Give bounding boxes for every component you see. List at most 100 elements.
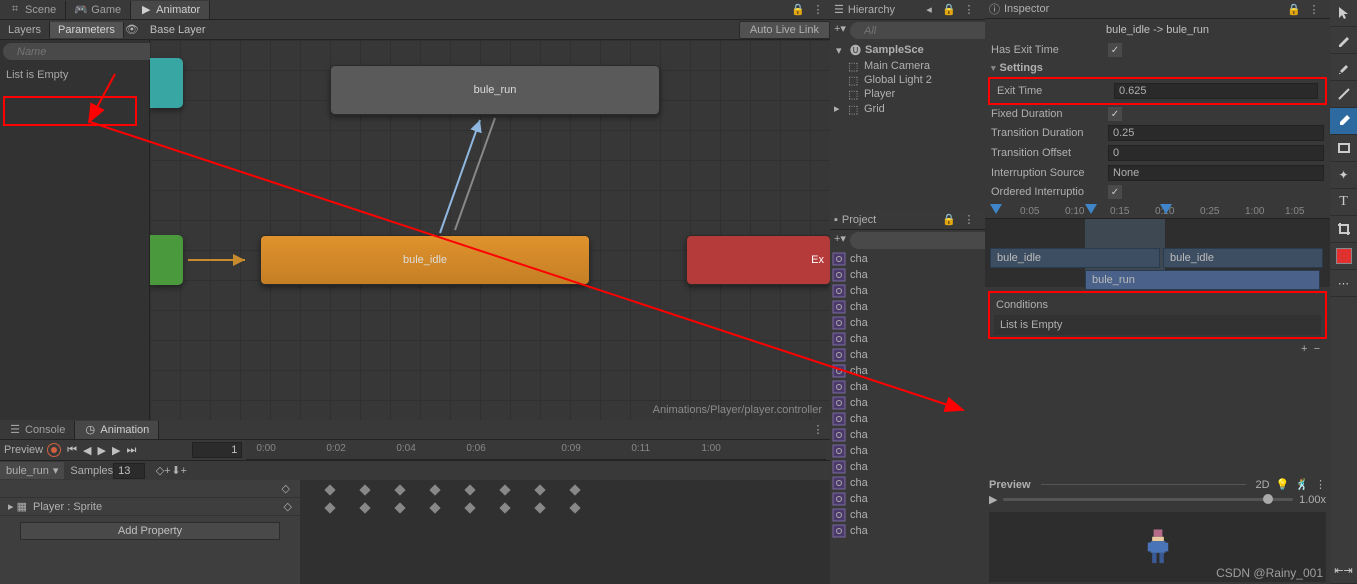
add-keyframe-icon[interactable]: ◇+	[155, 463, 171, 479]
expand-icon[interactable]: ▸	[834, 102, 844, 115]
text-tool-icon[interactable]: T	[1330, 189, 1357, 216]
project-item[interactable]: cha	[832, 395, 985, 411]
project-item[interactable]: cha	[832, 411, 985, 427]
clip-dropdown[interactable]: bule_run▾	[0, 462, 64, 479]
create-dropdown[interactable]: +▾	[834, 232, 846, 249]
animator-graph[interactable]: bule_run bule_idle Ex Animations/Player/…	[150, 40, 830, 420]
eye-icon[interactable]: 👁	[124, 22, 140, 38]
track-menu-icon[interactable]: ◇	[282, 482, 290, 495]
expand-icon[interactable]: ▾	[836, 44, 846, 57]
transition-duration-field[interactable]: 0.25	[1108, 125, 1324, 141]
magic-tool-icon[interactable]: ✦	[1330, 162, 1357, 189]
tab-console[interactable]: ☰Console	[0, 421, 75, 439]
create-dropdown[interactable]: +▾	[834, 22, 846, 39]
layers-tab[interactable]: Layers	[0, 22, 50, 38]
play-button[interactable]: ▶	[96, 444, 108, 457]
hierarchy-item[interactable]: ⬚Main Camera	[830, 59, 985, 73]
project-item[interactable]: cha	[832, 267, 985, 283]
lock-icon[interactable]: 🔒	[941, 2, 957, 18]
pen-tool-icon[interactable]	[1330, 27, 1357, 54]
hierarchy-item[interactable]: ⬚Global Light 2	[830, 73, 985, 87]
samples-field[interactable]	[113, 463, 145, 479]
timeline-state-run[interactable]: bule_run	[1085, 270, 1320, 290]
project-item[interactable]: cha	[832, 459, 985, 475]
project-item[interactable]: cha	[832, 299, 985, 315]
ordered-interruption-checkbox[interactable]	[1108, 185, 1122, 199]
project-item[interactable]: cha	[832, 427, 985, 443]
project-item[interactable]: cha	[832, 443, 985, 459]
tab-animator[interactable]: ▶Animator	[131, 1, 210, 19]
add-property-button[interactable]: Add Property	[20, 522, 280, 540]
hierarchy-item[interactable]: ⬚Player	[830, 87, 985, 101]
node-bule-idle[interactable]: bule_idle	[260, 235, 590, 285]
playhead-start-icon[interactable]	[990, 204, 1002, 216]
playhead-in-icon[interactable]	[1085, 204, 1097, 216]
node-any-state[interactable]	[150, 58, 183, 108]
preview-2d-button[interactable]: 2D	[1256, 479, 1270, 491]
menu-icon[interactable]: ⋮	[810, 422, 826, 438]
breadcrumb-base-layer[interactable]: Base Layer	[140, 22, 216, 38]
color-swatch[interactable]	[1330, 243, 1357, 270]
project-item[interactable]: cha	[832, 283, 985, 299]
project-item[interactable]: cha	[832, 363, 985, 379]
prev-frame-button[interactable]: ◀	[81, 444, 93, 457]
preview-avatar-icon[interactable]: 🕺	[1295, 478, 1309, 491]
menu-icon[interactable]: ⋮	[810, 2, 826, 18]
menu-icon[interactable]: ⋮	[961, 2, 977, 18]
project-item[interactable]: cha	[832, 507, 985, 523]
project-item[interactable]: cha	[832, 331, 985, 347]
parameters-tab[interactable]: Parameters	[50, 22, 124, 38]
crop-tool-icon[interactable]	[1330, 216, 1357, 243]
project-item[interactable]: cha	[832, 347, 985, 363]
exit-time-field[interactable]: 0.625	[1114, 83, 1318, 99]
prev-icon[interactable]: ◂	[921, 2, 937, 18]
preview-speed-slider[interactable]	[1003, 498, 1293, 501]
auto-live-link-button[interactable]: Auto Live Link	[739, 21, 830, 39]
preview-button[interactable]: Preview	[4, 444, 43, 456]
lock-icon[interactable]: 🔒	[941, 212, 957, 228]
tab-scene[interactable]: ⌗Scene	[0, 1, 66, 19]
last-frame-button[interactable]: ⏭	[124, 444, 138, 457]
animation-ruler[interactable]: 0:00 0:02 0:04 0:06 0:09 0:11 1:00	[246, 440, 826, 460]
hierarchy-item[interactable]: ▸⬚Grid	[830, 101, 985, 116]
menu-icon[interactable]: ⋮	[961, 212, 977, 228]
next-frame-button[interactable]: ▶	[110, 444, 122, 457]
node-exit[interactable]: Ex	[686, 235, 830, 285]
track-menu-icon[interactable]: ◇	[284, 500, 292, 513]
rect-tool-icon[interactable]	[1330, 135, 1357, 162]
preview-menu-icon[interactable]: ⋮	[1315, 478, 1326, 491]
lock-icon[interactable]: 🔒	[790, 2, 806, 18]
line-tool-icon[interactable]	[1330, 81, 1357, 108]
add-condition-button[interactable]: +	[1301, 343, 1307, 355]
preview-play-button[interactable]: ▶	[989, 493, 997, 506]
project-item[interactable]: cha	[832, 315, 985, 331]
transition-offset-field[interactable]: 0	[1108, 145, 1324, 161]
brush-tool-icon[interactable]	[1330, 54, 1357, 81]
project-item[interactable]: cha	[832, 523, 985, 539]
playhead-out-icon[interactable]	[1160, 204, 1172, 216]
node-bule-run[interactable]: bule_run	[330, 65, 660, 115]
lock-icon[interactable]: 🔒	[1286, 1, 1302, 17]
frame-field[interactable]	[192, 442, 242, 458]
project-item[interactable]: cha	[832, 475, 985, 491]
scene-row[interactable]: ▾🅤SampleSce	[830, 41, 985, 59]
project-item[interactable]: cha	[832, 379, 985, 395]
has-exit-time-checkbox[interactable]	[1108, 43, 1122, 57]
project-item[interactable]: cha	[832, 251, 985, 267]
timeline-state-idle[interactable]: bule_idle	[990, 248, 1160, 268]
timeline-state-idle2[interactable]: bule_idle	[1163, 248, 1323, 268]
dopesheet[interactable]	[300, 480, 830, 584]
settings-foldout[interactable]: Settings	[985, 59, 1330, 77]
add-event-icon[interactable]: ⬇+	[171, 463, 187, 479]
track-player-sprite[interactable]: ▸ ▦ Player : Sprite◇	[0, 498, 300, 516]
transition-timeline[interactable]: 0:05 0:10 0:15 0:20 0:25 1:00 1:05 bule_…	[985, 203, 1330, 287]
eyedropper-tool-icon[interactable]	[1330, 108, 1357, 135]
ellipsis-icon[interactable]: ⋯	[1330, 270, 1357, 297]
preview-light-icon[interactable]: 💡	[1276, 478, 1290, 491]
track-row[interactable]: ◇	[0, 480, 300, 498]
record-button[interactable]	[47, 443, 61, 457]
node-entry[interactable]	[150, 235, 183, 285]
cursor-tool-icon[interactable]	[1330, 0, 1357, 27]
first-frame-button[interactable]: ⏮	[65, 444, 79, 457]
project-item[interactable]: cha	[832, 491, 985, 507]
